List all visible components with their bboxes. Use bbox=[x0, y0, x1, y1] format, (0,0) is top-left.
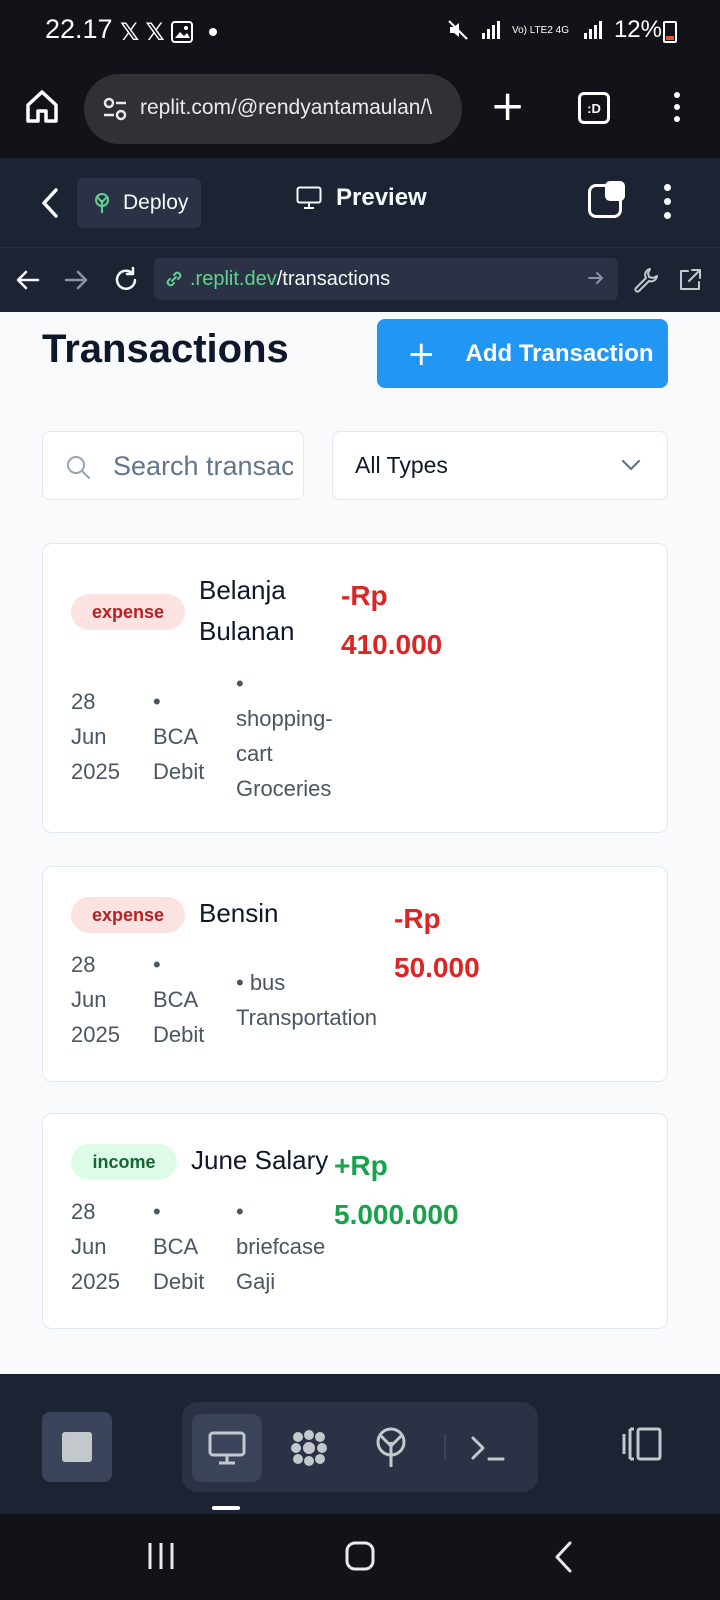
tab-switcher-button[interactable]: :D bbox=[578, 92, 610, 124]
go-arrow-icon[interactable] bbox=[586, 268, 606, 288]
preview-tab: Preview bbox=[296, 184, 427, 212]
new-window-icon[interactable] bbox=[588, 181, 625, 218]
x-logo-icon: 𝕏 bbox=[120, 18, 140, 46]
new-tab-icon[interactable]: + bbox=[490, 85, 525, 127]
layout-toggle-icon[interactable] bbox=[620, 1426, 664, 1462]
open-external-icon[interactable] bbox=[676, 266, 704, 294]
transaction-card[interactable]: expense Belanja Bulanan -Rp 410.000 28 Jun 2… bbox=[42, 543, 668, 833]
signal-icon bbox=[481, 21, 500, 39]
chevron-down-icon bbox=[621, 459, 641, 471]
type-filter-value: All Types bbox=[355, 452, 448, 478]
add-transaction-label: Add Transaction bbox=[465, 339, 654, 367]
replit-bottom-toolbar bbox=[0, 1374, 720, 1514]
more-notifications-dot bbox=[208, 28, 217, 36]
system-icons: Vo) LTE2 4G 12% bbox=[446, 16, 662, 44]
monitor-icon bbox=[208, 1431, 246, 1465]
transaction-account: • BCA Debit bbox=[153, 1199, 205, 1294]
back-arrow-icon[interactable] bbox=[14, 266, 42, 294]
home-nav-icon[interactable] bbox=[344, 1540, 376, 1572]
devtools-wrench-icon[interactable] bbox=[632, 266, 660, 294]
transaction-category: • shopping-cart Groceries bbox=[236, 671, 333, 801]
transaction-amount: +Rp 5.000.000 bbox=[334, 1150, 459, 1230]
transaction-name: Bensin bbox=[199, 898, 279, 928]
workspace-tools bbox=[182, 1402, 538, 1492]
transaction-type-badge: expense bbox=[71, 897, 185, 933]
transaction-name: June Salary bbox=[191, 1145, 329, 1175]
mute-icon bbox=[448, 20, 468, 40]
reload-icon[interactable] bbox=[112, 266, 140, 294]
signal-icon bbox=[583, 21, 602, 39]
transaction-category: • bus Transportation bbox=[236, 970, 378, 1030]
transaction-type-badge: income bbox=[71, 1144, 177, 1180]
preview-label: Preview bbox=[336, 184, 427, 211]
page-title: Transactions bbox=[42, 327, 289, 371]
link-icon bbox=[166, 271, 182, 287]
transaction-card[interactable]: expense Bensin -Rp 50.000 28 Jun 2025 • BCA D… bbox=[42, 866, 668, 1082]
deploy-button[interactable]: Deploy bbox=[77, 178, 201, 228]
recent-apps-icon[interactable] bbox=[146, 1540, 176, 1572]
transactions-page: Transactions + Add Transaction All Types… bbox=[0, 312, 720, 1374]
home-icon[interactable] bbox=[22, 86, 62, 126]
stop-icon bbox=[62, 1432, 92, 1462]
battery-icon bbox=[663, 21, 677, 43]
webview-toolbar: .replit.dev/transactions bbox=[0, 248, 720, 312]
x-logo-icon: 𝕏 bbox=[145, 18, 165, 46]
transaction-account: • BCA Debit bbox=[153, 952, 205, 1047]
network-label: Vo) LTE2 4G bbox=[511, 24, 570, 36]
search-field[interactable] bbox=[42, 431, 304, 500]
android-nav-bar bbox=[0, 1514, 720, 1600]
transaction-type-badge: expense bbox=[71, 594, 185, 630]
transaction-account: • BCA Debit bbox=[153, 689, 205, 784]
transaction-category: • briefcase Gaji bbox=[236, 1199, 326, 1294]
battery-percent: 12% bbox=[613, 16, 662, 43]
transaction-date: 28 Jun 2025 bbox=[71, 952, 120, 1047]
deploy-label: Deploy bbox=[123, 191, 189, 214]
status-bar: 22.17 𝕏 𝕏 Vo) LTE2 4G 12% bbox=[0, 0, 720, 64]
deploy-icon bbox=[95, 193, 109, 213]
webview-url-domain: .replit.dev bbox=[190, 267, 277, 290]
back-nav-icon[interactable] bbox=[552, 1540, 574, 1574]
active-tool-indicator bbox=[212, 1506, 240, 1510]
forward-arrow-icon[interactable] bbox=[62, 266, 90, 294]
transaction-card[interactable]: income June Salary +Rp 5.000.000 28 Jun 202… bbox=[42, 1113, 668, 1329]
status-time: 22.17 bbox=[45, 14, 113, 44]
transaction-name: Belanja Bulanan bbox=[199, 575, 295, 646]
stop-button[interactable] bbox=[42, 1412, 112, 1482]
address-bar[interactable]: replit.com/@rendyantamaulan/\ bbox=[84, 74, 462, 144]
agent-icon bbox=[291, 1430, 327, 1466]
header-menu-icon[interactable] bbox=[664, 184, 672, 226]
webview-url-bar[interactable]: .replit.dev/transactions bbox=[154, 258, 618, 300]
monitor-icon bbox=[296, 186, 322, 209]
agent-tool-button[interactable] bbox=[274, 1414, 344, 1482]
transaction-date: 28 Jun 2025 bbox=[71, 689, 120, 784]
add-transaction-button[interactable]: + Add Transaction bbox=[377, 319, 668, 388]
preview-tool-button[interactable] bbox=[192, 1414, 262, 1482]
address-url: replit.com/@rendyantamaulan/\ bbox=[140, 96, 433, 119]
plus-icon: + bbox=[407, 333, 436, 374]
deploy-icon bbox=[376, 1427, 406, 1467]
search-input[interactable] bbox=[113, 446, 293, 486]
notification-icons: 𝕏 𝕏 bbox=[120, 18, 217, 46]
browser-toolbar: replit.com/@rendyantamaulan/\ + :D bbox=[0, 64, 720, 158]
replit-header: Deploy Preview bbox=[0, 158, 720, 248]
transaction-date: 28 Jun 2025 bbox=[71, 1199, 120, 1294]
terminal-icon bbox=[471, 1436, 505, 1461]
type-filter-select[interactable]: All Types bbox=[332, 431, 668, 500]
console-tool-button[interactable] bbox=[454, 1414, 524, 1482]
tool-divider bbox=[444, 1434, 446, 1460]
image-icon bbox=[170, 21, 193, 43]
site-settings-icon[interactable] bbox=[102, 96, 128, 122]
transaction-amount: -Rp 410.000 bbox=[341, 580, 443, 660]
deployments-tool-button[interactable] bbox=[356, 1414, 426, 1482]
back-chevron-icon[interactable] bbox=[38, 186, 62, 220]
search-icon bbox=[67, 456, 90, 479]
browser-menu-icon[interactable] bbox=[674, 92, 682, 128]
webview-url-path: /transactions bbox=[276, 267, 391, 290]
transaction-amount: -Rp 50.000 bbox=[394, 903, 480, 983]
